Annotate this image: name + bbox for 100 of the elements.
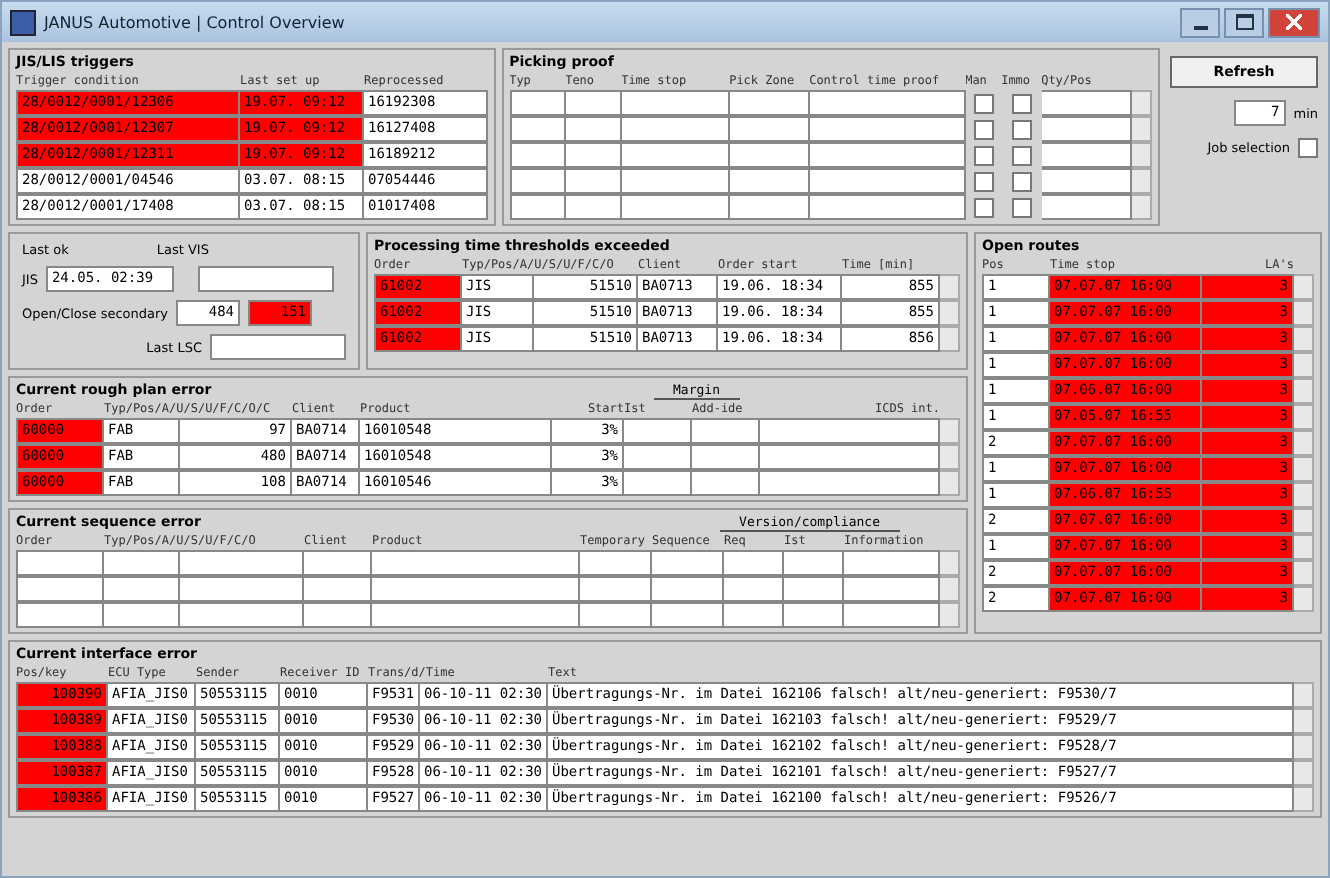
table-cell xyxy=(509,194,566,220)
table-cell xyxy=(724,550,784,576)
scrollbar[interactable] xyxy=(940,418,960,444)
table-cell xyxy=(784,550,844,576)
scrollbar[interactable] xyxy=(940,274,960,300)
scrollbar[interactable] xyxy=(1294,300,1314,326)
scrollbar[interactable] xyxy=(1294,430,1314,456)
table-cell xyxy=(784,602,844,628)
maximize-button[interactable] xyxy=(1224,7,1264,37)
scrollbar[interactable] xyxy=(1294,786,1314,812)
scrollbar[interactable] xyxy=(1132,168,1152,194)
checkbox[interactable] xyxy=(973,93,994,113)
table-cell xyxy=(692,418,760,444)
table-cell xyxy=(652,576,724,602)
scrollbar[interactable] xyxy=(1294,326,1314,352)
last-lsc-field[interactable] xyxy=(210,334,346,360)
checkbox[interactable] xyxy=(973,171,994,191)
checkbox[interactable] xyxy=(973,145,994,165)
table-cell xyxy=(1041,142,1132,168)
table-cell xyxy=(509,142,566,168)
table-cell xyxy=(1041,90,1132,116)
table-cell xyxy=(784,576,844,602)
scrollbar[interactable] xyxy=(1132,194,1152,220)
table-cell xyxy=(692,444,760,470)
checkbox[interactable] xyxy=(1011,119,1032,139)
table-cell xyxy=(621,90,730,116)
table-cell xyxy=(729,116,810,142)
scrollbar[interactable] xyxy=(1294,352,1314,378)
table-cell xyxy=(565,194,622,220)
table-cell xyxy=(621,168,730,194)
scrollbar[interactable] xyxy=(940,444,960,470)
scrollbar[interactable] xyxy=(940,576,960,602)
table-cell xyxy=(1041,116,1132,142)
checkbox[interactable] xyxy=(973,197,994,217)
table-cell xyxy=(724,602,784,628)
scrollbar[interactable] xyxy=(940,602,960,628)
table-cell xyxy=(729,90,810,116)
checkbox[interactable] xyxy=(973,119,994,139)
table-cell xyxy=(180,550,304,576)
close-button[interactable] xyxy=(1268,7,1320,37)
table-cell xyxy=(621,194,730,220)
scrollbar[interactable] xyxy=(1294,708,1314,734)
table-cell xyxy=(844,602,940,628)
table-cell xyxy=(580,550,652,576)
table-cell xyxy=(692,470,760,496)
scrollbar[interactable] xyxy=(1132,116,1152,142)
table-cell xyxy=(16,550,104,576)
table-cell xyxy=(104,602,180,628)
minimize-button[interactable] xyxy=(1180,7,1220,37)
scrollbar[interactable] xyxy=(1132,142,1152,168)
checkbox[interactable] xyxy=(1011,93,1032,113)
table-cell xyxy=(1041,194,1132,220)
scrollbar[interactable] xyxy=(1294,508,1314,534)
table-cell xyxy=(652,602,724,628)
table-cell xyxy=(304,602,372,628)
table-cell xyxy=(624,470,692,496)
table-cell xyxy=(729,168,810,194)
checkbox[interactable] xyxy=(1011,197,1032,217)
table-cell xyxy=(621,116,730,142)
table-cell xyxy=(104,576,180,602)
scrollbar[interactable] xyxy=(1294,760,1314,786)
table-cell xyxy=(565,90,622,116)
table-cell xyxy=(729,142,810,168)
scrollbar[interactable] xyxy=(1294,734,1314,760)
table-cell xyxy=(621,142,730,168)
checkbox[interactable] xyxy=(1298,138,1318,158)
scrollbar[interactable] xyxy=(1294,274,1314,300)
table-cell xyxy=(104,550,180,576)
table-cell xyxy=(304,550,372,576)
table-cell xyxy=(180,602,304,628)
table-cell xyxy=(16,576,104,602)
scrollbar[interactable] xyxy=(1294,456,1314,482)
table-cell xyxy=(565,168,622,194)
table-cell xyxy=(565,116,622,142)
table-cell xyxy=(652,550,724,576)
last-vis-field[interactable] xyxy=(197,266,334,292)
table-cell xyxy=(844,550,940,576)
scrollbar[interactable] xyxy=(1294,404,1314,430)
table-cell xyxy=(509,168,566,194)
table-cell xyxy=(580,576,652,602)
scrollbar[interactable] xyxy=(940,470,960,496)
window-title: JANUS Automotive | Control Overview xyxy=(44,13,345,31)
checkbox[interactable] xyxy=(1011,171,1032,191)
scrollbar[interactable] xyxy=(1294,682,1314,708)
scrollbar[interactable] xyxy=(1294,378,1314,404)
table-cell xyxy=(624,418,692,444)
table-cell xyxy=(16,602,104,628)
scrollbar[interactable] xyxy=(940,300,960,326)
table-cell xyxy=(624,444,692,470)
scrollbar[interactable] xyxy=(1294,482,1314,508)
table-cell xyxy=(580,602,652,628)
scrollbar[interactable] xyxy=(1132,90,1152,116)
scrollbar[interactable] xyxy=(1294,534,1314,560)
scrollbar[interactable] xyxy=(940,326,960,352)
checkbox[interactable] xyxy=(1011,145,1032,165)
scrollbar[interactable] xyxy=(1294,560,1314,586)
table-cell xyxy=(729,194,810,220)
scrollbar[interactable] xyxy=(1294,586,1314,612)
scrollbar[interactable] xyxy=(940,550,960,576)
table-cell xyxy=(724,576,784,602)
